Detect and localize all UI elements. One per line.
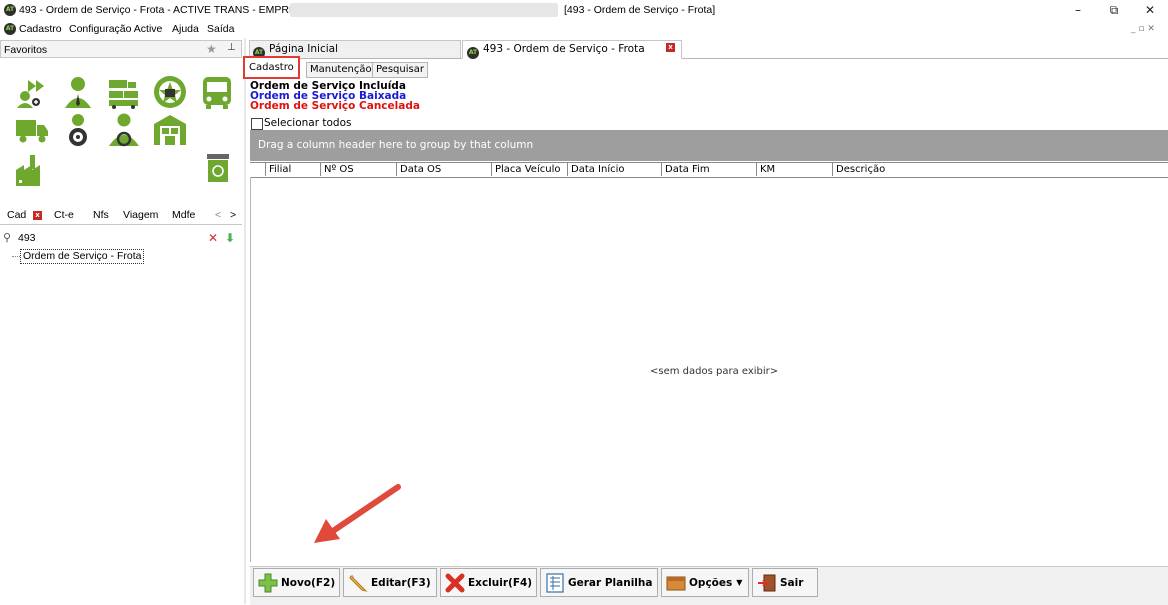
chevron-down-icon: ▼ <box>736 578 743 587</box>
close-button[interactable]: ✕ <box>1132 0 1168 20</box>
column-header-data-inicio[interactable]: Data Início <box>567 163 661 176</box>
spreadsheet-icon <box>546 572 564 593</box>
gerar-planilha-button[interactable]: Gerar Planilha <box>540 568 658 597</box>
favorites-label: Favoritos <box>4 44 48 56</box>
tab-nfs[interactable]: Nfs <box>93 209 109 221</box>
tab-viagem[interactable]: Viagem <box>123 209 158 221</box>
forward-user-icon[interactable] <box>14 74 50 110</box>
tab-pagina-inicial-label: Página Inicial <box>269 43 339 55</box>
column-header-filial[interactable]: Filial <box>265 163 320 176</box>
search-input[interactable]: 493 <box>18 232 36 244</box>
opcoes-button[interactable]: Opções ▼ <box>661 568 749 597</box>
tab-ordem-servico-close-icon[interactable]: x <box>666 43 675 52</box>
column-header-km[interactable]: KM <box>756 163 832 176</box>
select-all-checkbox[interactable] <box>251 118 263 130</box>
tab-cad[interactable]: Cad <box>7 209 26 221</box>
column-header-numero-os[interactable]: Nº OS <box>320 163 396 176</box>
excluir-button[interactable]: Excluir(F4) <box>440 568 537 597</box>
window-title-suffix: [493 - Ordem de Serviço - Frota] <box>564 4 716 16</box>
column-header-data-os[interactable]: Data OS <box>396 163 491 176</box>
tab-pesquisar[interactable]: Pesquisar <box>372 62 428 78</box>
tab-scroll-right-icon[interactable]: > <box>230 209 236 221</box>
column-header-placa-veiculo[interactable]: Placa Veículo <box>491 163 567 176</box>
recycle-bin-icon[interactable] <box>203 152 233 184</box>
tab-cad-close-icon[interactable]: x <box>33 211 42 220</box>
pin-icon[interactable]: ⊥ <box>227 42 236 53</box>
tab-cte[interactable]: Ct-e <box>54 209 74 221</box>
warehouse-icon[interactable] <box>152 112 188 148</box>
menu-saida[interactable]: Saída <box>207 23 234 35</box>
app-logo-icon: AT <box>4 4 16 16</box>
legend-cancelada: Ordem de Serviço Cancelada <box>250 100 420 112</box>
column-header-descricao[interactable]: Descrição <box>832 163 1168 176</box>
tab-cadastro[interactable]: Cadastro <box>243 56 300 79</box>
novo-button[interactable]: Novo(F2) <box>253 568 340 597</box>
restore-button[interactable]: ⧉ <box>1096 0 1132 20</box>
go-search-icon[interactable]: ⬇ <box>225 231 235 245</box>
tree-connector <box>12 256 20 257</box>
tab-ordem-servico[interactable]: AT 493 - Ordem de Serviço - Frota <box>462 40 682 59</box>
row-indicator-header <box>251 163 265 176</box>
options-box-icon <box>666 576 686 590</box>
opcoes-button-label: Opções <box>689 576 733 589</box>
delete-x-icon <box>445 573 465 592</box>
minimize-button[interactable]: – <box>1060 0 1096 20</box>
sair-button[interactable]: Sair <box>752 568 818 597</box>
menu-cadastro[interactable]: Cadastro <box>19 23 62 35</box>
tire-badge-icon[interactable] <box>152 74 188 110</box>
company-name-redacted <box>290 3 558 17</box>
star-icon[interactable]: ★ <box>206 42 217 56</box>
novo-button-label: Novo(F2) <box>281 576 336 589</box>
clear-search-icon[interactable]: ✕ <box>208 231 218 245</box>
excluir-button-label: Excluir(F4) <box>468 576 533 589</box>
pencil-icon <box>349 574 368 592</box>
menu-ajuda[interactable]: Ajuda <box>172 23 199 35</box>
sair-button-label: Sair <box>780 576 804 589</box>
plus-icon <box>258 573 278 592</box>
tab-mdfe[interactable]: Mdfe <box>172 209 195 221</box>
bus-icon[interactable] <box>199 74 235 110</box>
tab-manutencao[interactable]: Manutenção <box>306 62 376 78</box>
column-header-data-fim[interactable]: Data Fim <box>661 163 756 176</box>
driver-icon[interactable] <box>60 112 96 148</box>
gerar-planilha-button-label: Gerar Planilha <box>568 576 653 589</box>
window-title: 493 - Ordem de Serviço - Frota - ACTIVE … <box>19 4 313 16</box>
panel-splitter[interactable] <box>244 38 246 604</box>
menu-logo-icon: AT <box>4 23 16 35</box>
truck-icon[interactable] <box>14 112 50 148</box>
tab-logo-icon: AT <box>467 47 479 59</box>
tree-item-ordem-servico[interactable]: Ordem de Serviço - Frota <box>20 249 145 264</box>
editar-button-label: Editar(F3) <box>371 576 431 589</box>
person-icon[interactable] <box>60 74 96 110</box>
tab-scroll-left-icon[interactable]: < <box>215 209 221 221</box>
group-by-panel[interactable]: Drag a column header here to group by th… <box>250 130 1168 161</box>
select-all-label: Selecionar todos <box>264 117 352 129</box>
factory-icon[interactable] <box>14 152 50 188</box>
editar-button[interactable]: Editar(F3) <box>343 568 437 597</box>
search-icon: ⚲ <box>3 231 12 244</box>
exit-door-icon <box>758 574 776 591</box>
driver-wheel-icon[interactable] <box>106 112 142 148</box>
menu-configuracao[interactable]: Configuração Active <box>69 23 162 35</box>
truck-fleet-icon[interactable] <box>106 74 142 110</box>
grid-empty-message: <sem dados para exibir> <box>650 366 779 377</box>
tab-ordem-servico-label: 493 - Ordem de Serviço - Frota <box>483 43 645 55</box>
annotation-arrow-icon <box>314 484 401 543</box>
mdi-controls[interactable]: _ ▫ ✕ <box>1131 24 1155 34</box>
